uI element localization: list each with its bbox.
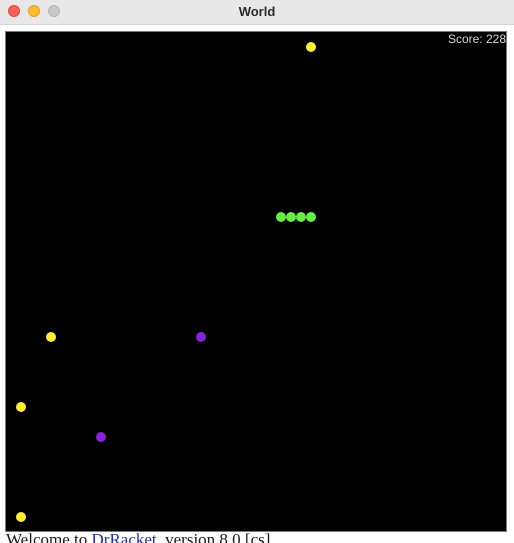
snake-segment bbox=[296, 212, 306, 222]
obstacle-dot bbox=[196, 332, 206, 342]
app-window: World Welcome to DrRacket, version 8.0 [… bbox=[0, 0, 514, 543]
obstacle-dot bbox=[96, 432, 106, 442]
food-pellet bbox=[16, 512, 26, 522]
food-pellet bbox=[46, 332, 56, 342]
score-label: Score: 228 bbox=[447, 32, 506, 46]
title-bar[interactable]: World bbox=[0, 0, 514, 25]
snake-segment bbox=[286, 212, 296, 222]
game-board bbox=[16, 42, 316, 522]
snake-segment bbox=[306, 212, 316, 222]
food-pellet bbox=[16, 402, 26, 412]
snake-segment bbox=[276, 212, 286, 222]
food-pellet bbox=[306, 42, 316, 52]
window-title: World bbox=[238, 4, 276, 19]
game-canvas[interactable]: Score: 228 bbox=[5, 31, 507, 532]
